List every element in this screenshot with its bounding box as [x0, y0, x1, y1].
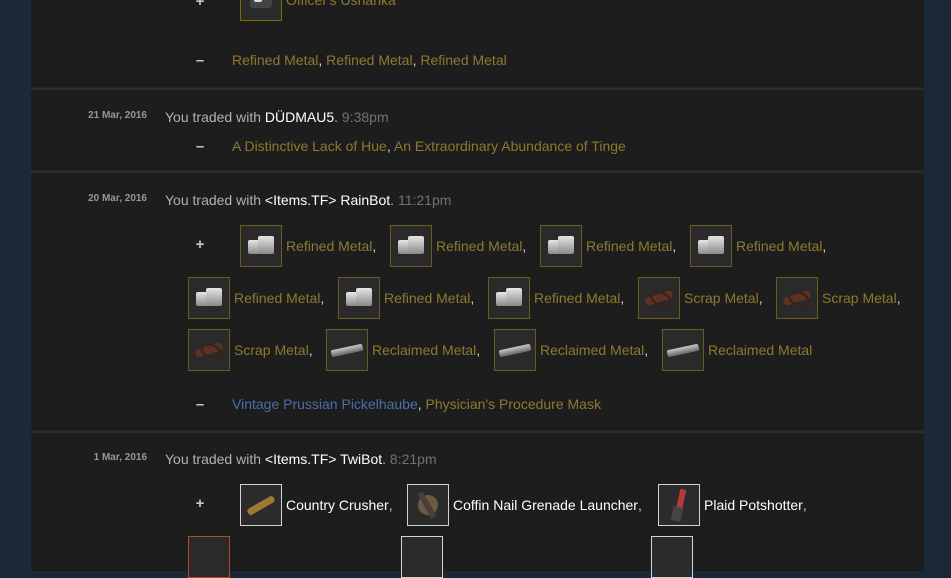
- item-thumbnail[interactable]: [401, 536, 443, 578]
- trade-time: 9:38pm: [341, 109, 389, 125]
- trade-header: You traded with <Items.TF> TwiBot. 8:21p…: [165, 451, 437, 467]
- given-sign: +: [195, 495, 205, 512]
- trade-entry: 21 Mar, 2016 You traded with DÜDMAU5. 9:…: [31, 88, 924, 169]
- refined-metal-icon: [540, 225, 582, 267]
- item-link[interactable]: Physician's Procedure Mask: [426, 396, 601, 412]
- refined-metal-icon: [240, 225, 282, 267]
- received-items: Vintage Prussian Pickelhaube, Physician'…: [232, 396, 601, 412]
- refined-metal-icon: [488, 277, 530, 319]
- trade-time: 11:21pm: [397, 192, 452, 208]
- received-sign: –: [195, 52, 205, 69]
- refined-metal-icon: [338, 277, 380, 319]
- refined-metal-icon: [690, 225, 732, 267]
- trade-partner[interactable]: DÜDMAU5: [265, 109, 334, 125]
- scrap-metal-icon: [188, 329, 230, 371]
- refined-metal-icon: [390, 225, 432, 267]
- item-link[interactable]: An Extraordinary Abundance of Tinge: [394, 138, 626, 154]
- received-sign: –: [195, 396, 205, 413]
- scrap-metal-icon: [638, 277, 680, 319]
- trade-prefix: You traded with: [165, 451, 261, 467]
- trade-item[interactable]: Refined Metal,: [540, 225, 676, 267]
- reclaimed-metal-icon: [326, 329, 368, 371]
- trade-header: You traded with DÜDMAU5. 9:38pm: [165, 109, 389, 125]
- trade-item[interactable]: Reclaimed Metal,: [494, 329, 648, 371]
- trade-item[interactable]: Reclaimed Metal: [662, 329, 812, 371]
- received-sign: –: [195, 138, 205, 155]
- trade-date: 20 Mar, 2016: [88, 193, 147, 204]
- received-items: Refined Metal, Refined Metal, Refined Me…: [232, 52, 507, 68]
- trade-time: 8:21pm: [389, 451, 437, 467]
- trade-item[interactable]: Refined Metal,: [240, 225, 376, 267]
- item-link[interactable]: Vintage Prussian Pickelhaube: [232, 396, 418, 412]
- item-link[interactable]: Refined Metal: [326, 52, 412, 68]
- trade-item[interactable]: Refined Metal,: [390, 225, 526, 267]
- country-crusher-icon: [240, 484, 282, 526]
- trade-item[interactable]: Refined Metal,: [188, 277, 324, 319]
- trade-item[interactable]: Scrap Metal,: [638, 277, 763, 319]
- trade-item[interactable]: Scrap Metal,: [188, 329, 313, 371]
- trade-item[interactable]: Refined Metal,: [488, 277, 624, 319]
- scrap-metal-icon: [776, 277, 818, 319]
- trade-item[interactable]: Coffin Nail Grenade Launcher,: [407, 484, 642, 526]
- grenade-launcher-icon: [407, 484, 449, 526]
- item-thumbnail[interactable]: [188, 536, 230, 578]
- trade-item[interactable]: Country Crusher,: [240, 484, 393, 526]
- item-name[interactable]: Officer's Ushanka: [286, 0, 396, 8]
- trade-item[interactable]: Scrap Metal,: [776, 277, 901, 319]
- item-thumbnail[interactable]: [651, 536, 693, 578]
- trade-partner[interactable]: <Items.TF> RainBot: [265, 192, 390, 208]
- trade-item[interactable]: Reclaimed Metal,: [326, 329, 480, 371]
- item-link[interactable]: Refined Metal: [420, 52, 506, 68]
- given-sign: +: [195, 236, 205, 253]
- trade-prefix: You traded with: [165, 192, 261, 208]
- trade-item[interactable]: Refined Metal,: [690, 225, 826, 267]
- received-items: A Distinctive Lack of Hue, An Extraordin…: [232, 138, 626, 154]
- ushanka-icon: [240, 0, 282, 21]
- trade-header: You traded with <Items.TF> RainBot. 11:2…: [165, 192, 452, 208]
- reclaimed-metal-icon: [494, 329, 536, 371]
- item-link[interactable]: Refined Metal: [232, 52, 318, 68]
- plaid-potshotter-icon: [658, 484, 700, 526]
- trade-prefix: You traded with: [165, 109, 261, 125]
- refined-metal-icon: [188, 277, 230, 319]
- trade-entry: 20 Mar, 2016 You traded with <Items.TF> …: [31, 171, 924, 429]
- trade-date: 1 Mar, 2016: [93, 452, 147, 463]
- trade-history-panel: + Officer's Ushanka – Refined Metal, Ref…: [31, 0, 924, 578]
- trade-item[interactable]: Refined Metal,: [338, 277, 474, 319]
- item-link[interactable]: A Distinctive Lack of Hue: [232, 138, 387, 154]
- trade-entry: + Officer's Ushanka – Refined Metal, Ref…: [31, 0, 924, 86]
- trade-entry: 1 Mar, 2016 You traded with <Items.TF> T…: [31, 431, 924, 578]
- trade-item[interactable]: Officer's Ushanka: [240, 0, 396, 21]
- trade-item[interactable]: Plaid Potshotter,: [658, 484, 807, 526]
- given-sign: +: [195, 0, 205, 10]
- trade-partner[interactable]: <Items.TF> TwiBot: [265, 451, 382, 467]
- reclaimed-metal-icon: [662, 329, 704, 371]
- trade-date: 21 Mar, 2016: [88, 110, 147, 121]
